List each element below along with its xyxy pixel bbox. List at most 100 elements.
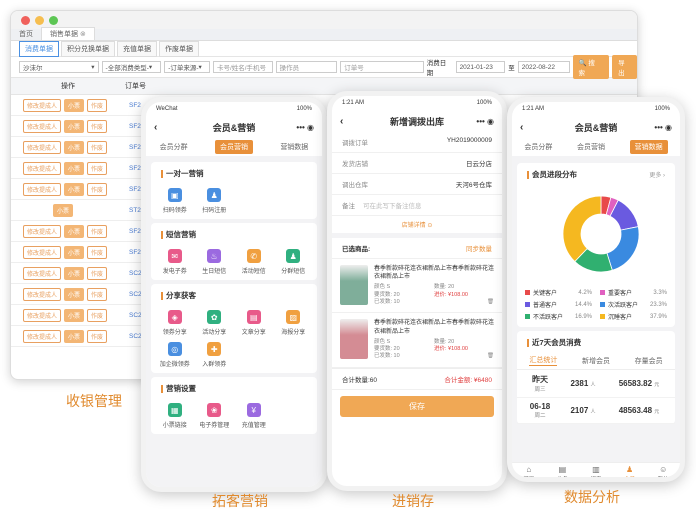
marketing-item[interactable]: ▦ 小票链接 bbox=[155, 400, 195, 432]
edit-commission-button[interactable]: 修改提成人 bbox=[23, 329, 62, 343]
tab-existing[interactable]: 存量会员 bbox=[635, 356, 663, 366]
store-select[interactable]: 沙沫尔 ▾ bbox=[19, 61, 99, 73]
order-source-select[interactable]: -订单来源- ▾ bbox=[164, 61, 210, 73]
save-button[interactable]: 保存 bbox=[340, 395, 494, 417]
export-button[interactable]: 导出 bbox=[612, 55, 637, 79]
field-remark[interactable]: 备注 可在此写下备注信息 bbox=[332, 195, 502, 216]
edit-commission-button[interactable]: 修改提成人 bbox=[23, 182, 62, 196]
product-item[interactable]: 春季新款碎花连衣裙新品上市春季新款碎花连衣裙新品上市 颜色 S 数量: 20 要货数:… bbox=[332, 313, 502, 368]
edit-commission-button[interactable]: 修改提成人 bbox=[23, 287, 62, 301]
receipt-button[interactable]: 小票 bbox=[64, 308, 85, 322]
void-button[interactable]: 作废 bbox=[87, 287, 108, 301]
tabbar-item[interactable]: ♟ 会员 bbox=[624, 465, 635, 478]
tab-home[interactable]: 首页 bbox=[11, 28, 41, 40]
edit-commission-button[interactable]: 修改提成人 bbox=[23, 308, 62, 322]
order-code[interactable]: ST2 bbox=[129, 207, 141, 214]
order-code[interactable]: SF2 bbox=[129, 165, 141, 172]
marketing-item[interactable]: ✚ 入群领券 bbox=[195, 339, 235, 371]
tabbar-item[interactable]: ▤ 业务 bbox=[557, 465, 568, 478]
back-icon[interactable]: ‹ bbox=[520, 122, 523, 133]
more-link[interactable]: 更多 › bbox=[649, 170, 665, 179]
order-code[interactable]: SF2 bbox=[129, 186, 141, 193]
void-button[interactable]: 作废 bbox=[87, 329, 108, 343]
order-code[interactable]: SC2 bbox=[129, 333, 142, 340]
more-icon[interactable]: ••• ◉ bbox=[476, 117, 494, 126]
tab-consume[interactable]: 消费单据 bbox=[19, 40, 59, 57]
edit-commission-button[interactable]: 修改提成人 bbox=[23, 161, 62, 175]
void-button[interactable]: 作废 bbox=[87, 119, 108, 133]
close-icon[interactable]: ⊗ bbox=[80, 31, 86, 38]
edit-commission-button[interactable]: 修改提成人 bbox=[23, 224, 62, 238]
more-icon[interactable]: ••• ◉ bbox=[654, 123, 672, 132]
more-icon[interactable]: ••• ◉ bbox=[296, 123, 314, 132]
close-dot[interactable] bbox=[21, 15, 30, 25]
order-code[interactable]: SC2 bbox=[129, 270, 142, 277]
marketing-item[interactable]: ♨ 生日短信 bbox=[195, 246, 235, 278]
search-button[interactable]: 🔍 搜 索 bbox=[572, 55, 610, 79]
seg-groups[interactable]: 会员分群 bbox=[160, 142, 188, 152]
tab-sales[interactable]: 销售单据 ⊗ bbox=[41, 27, 95, 40]
tabbar-item[interactable]: ▥ 报表 bbox=[590, 465, 601, 478]
edit-commission-button[interactable]: 修改提成人 bbox=[23, 119, 62, 133]
order-input[interactable]: 订单号 bbox=[340, 61, 424, 73]
order-code[interactable]: SF2 bbox=[129, 144, 141, 151]
receipt-button[interactable]: 小票 bbox=[64, 119, 85, 133]
tab-new[interactable]: 新增会员 bbox=[582, 356, 610, 366]
seg-groups[interactable]: 会员分群 bbox=[524, 142, 552, 152]
marketing-item[interactable]: ¥ 充值管理 bbox=[234, 400, 274, 432]
trash-icon[interactable]: 🗑 bbox=[434, 353, 494, 360]
void-button[interactable]: 作废 bbox=[87, 308, 108, 322]
date-from-input[interactable]: 2021-01-23 bbox=[455, 61, 506, 73]
order-code[interactable]: SF2 bbox=[129, 249, 141, 256]
order-code[interactable]: SF2 bbox=[129, 228, 141, 235]
marketing-item[interactable]: ▤ 文章分享 bbox=[234, 307, 274, 339]
edit-commission-button[interactable]: 修改提成人 bbox=[23, 140, 62, 154]
marketing-item[interactable]: ✿ 活动分享 bbox=[195, 307, 235, 339]
order-code[interactable]: SC2 bbox=[129, 312, 142, 319]
product-item[interactable]: 春季新款碎花连衣裙新品上市春季新款碎花连衣裙新品上市 颜色 S 数量: 20 要货数:… bbox=[332, 259, 502, 314]
void-button[interactable]: 作废 bbox=[87, 140, 108, 154]
tab-points[interactable]: 积分兑换单据 bbox=[61, 40, 115, 57]
receipt-button[interactable]: 小票 bbox=[64, 287, 85, 301]
edit-commission-button[interactable]: 修改提成人 bbox=[23, 266, 62, 280]
void-button[interactable]: 作废 bbox=[87, 224, 108, 238]
edit-commission-button[interactable]: 修改提成人 bbox=[23, 98, 62, 112]
field-store[interactable]: 发货店铺 日云分店 bbox=[332, 153, 502, 174]
marketing-item[interactable]: ▨ 海报分享 bbox=[274, 307, 314, 339]
order-code[interactable]: SF2 bbox=[129, 102, 141, 109]
card-search-input[interactable]: 卡号/姓名/手机号 bbox=[212, 61, 273, 73]
marketing-item[interactable]: ◎ 加企微领券 bbox=[155, 339, 195, 371]
receipt-button[interactable]: 小票 bbox=[64, 98, 85, 112]
seg-marketing[interactable]: 会员营销 bbox=[577, 142, 605, 152]
tabbar-item[interactable]: ☺ 我的 bbox=[658, 465, 669, 478]
tab-summary[interactable]: 汇总统计 bbox=[529, 355, 558, 366]
void-button[interactable]: 作废 bbox=[87, 266, 108, 280]
order-code[interactable]: SC2 bbox=[129, 291, 142, 298]
field-order[interactable]: 调拨订单 YH2019000009 bbox=[332, 132, 502, 153]
minimize-dot[interactable] bbox=[35, 15, 44, 25]
back-icon[interactable]: ‹ bbox=[154, 122, 157, 133]
void-button[interactable]: 作废 bbox=[87, 182, 108, 196]
tab-recharge[interactable]: 充值单据 bbox=[117, 40, 157, 57]
void-button[interactable]: 作废 bbox=[87, 245, 108, 259]
marketing-item[interactable]: ◈ 领券分享 bbox=[155, 307, 195, 339]
operator-input[interactable]: 操作员 bbox=[275, 61, 338, 73]
marketing-item[interactable]: ♟ 分群短信 bbox=[274, 246, 314, 278]
order-code[interactable]: SF2 bbox=[129, 123, 141, 130]
receipt-button[interactable]: 小票 bbox=[64, 224, 85, 238]
maximize-dot[interactable] bbox=[49, 15, 58, 25]
marketing-item[interactable]: ✉ 发电子券 bbox=[155, 246, 195, 278]
receipt-button[interactable]: 小票 bbox=[53, 203, 74, 217]
receipt-button[interactable]: 小票 bbox=[64, 329, 85, 343]
void-button[interactable]: 作废 bbox=[87, 98, 108, 112]
store-detail-link[interactable]: 店铺详情 ⊙ bbox=[332, 216, 502, 233]
sync-qty-button[interactable]: 同步数量 bbox=[466, 243, 492, 253]
back-icon[interactable]: ‹ bbox=[340, 116, 343, 127]
receipt-button[interactable]: 小票 bbox=[64, 182, 85, 196]
receipt-button[interactable]: 小票 bbox=[64, 245, 85, 259]
receipt-button[interactable]: 小票 bbox=[64, 266, 85, 280]
marketing-item[interactable]: ♟ 扫码注册 bbox=[195, 185, 235, 217]
field-warehouse[interactable]: 调出仓库 天河6号仓库 bbox=[332, 174, 502, 195]
date-to-input[interactable]: 2022-08-22 bbox=[517, 61, 570, 73]
marketing-item[interactable]: ❀ 电子券管理 bbox=[195, 400, 235, 432]
